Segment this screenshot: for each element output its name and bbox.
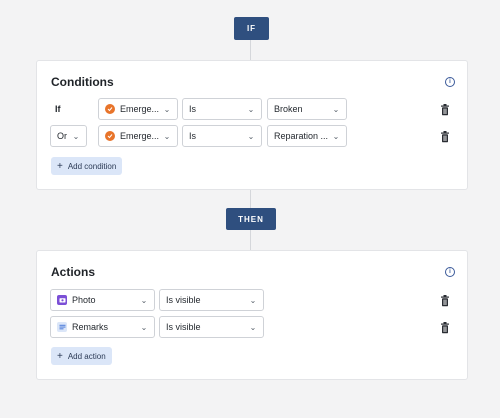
then-badge: THEN — [226, 208, 276, 230]
action-field-select[interactable]: Photo ⌄ — [50, 289, 155, 311]
info-icon[interactable]: i — [445, 77, 455, 87]
action-state-select[interactable]: Is visible ⌄ — [159, 316, 264, 338]
chevron-down-icon: ⌄ — [332, 104, 340, 114]
condition-operator-select[interactable]: Or ⌄ — [50, 125, 87, 147]
if-badge: IF — [234, 17, 269, 40]
chevron-down-icon: ⌄ — [249, 295, 257, 305]
camera-icon — [57, 295, 67, 305]
chevron-down-icon: ⌄ — [163, 104, 171, 114]
condition-field-value: Emerge... — [120, 131, 160, 141]
trash-icon[interactable] — [440, 295, 450, 307]
field-check-icon — [105, 131, 115, 141]
condition-value-value: Reparation ... — [274, 131, 329, 141]
action-field-value: Photo — [72, 295, 96, 305]
trash-icon[interactable] — [440, 322, 450, 334]
then-label: THEN — [238, 214, 264, 224]
field-check-icon — [105, 104, 115, 114]
chevron-down-icon: ⌄ — [247, 131, 255, 141]
action-state-value: Is visible — [166, 295, 201, 305]
info-icon[interactable]: i — [445, 267, 455, 277]
condition-value-select[interactable]: Reparation ... ⌄ — [267, 125, 347, 147]
condition-field-value: Emerge... — [120, 104, 160, 114]
add-condition-button[interactable]: + Add condition — [51, 157, 123, 175]
trash-icon[interactable] — [440, 131, 450, 143]
condition-operator-value: Or — [57, 131, 67, 141]
conditions-card: Conditions i If Emerge... ⌄ Is ⌄ Broken … — [36, 60, 468, 190]
actions-card: Actions i Photo ⌄ Is visible ⌄ Remarks ⌄… — [36, 250, 468, 380]
chevron-down-icon: ⌄ — [163, 131, 171, 141]
text-lines-icon — [57, 322, 67, 332]
condition-comparison-value: Is — [189, 104, 197, 114]
action-state-select[interactable]: Is visible ⌄ — [159, 289, 264, 311]
conditions-title: Conditions — [51, 75, 114, 89]
condition-comparison-select[interactable]: Is ⌄ — [182, 98, 262, 120]
chevron-down-icon: ⌄ — [247, 104, 255, 114]
action-state-value: Is visible — [166, 322, 201, 332]
condition-operator-label: If — [55, 104, 61, 114]
chevron-down-icon: ⌄ — [72, 131, 80, 141]
chevron-down-icon: ⌄ — [332, 131, 340, 141]
condition-value-value: Broken — [274, 104, 303, 114]
plus-icon: + — [57, 350, 63, 362]
action-field-value: Remarks — [72, 322, 109, 332]
chevron-down-icon: ⌄ — [140, 322, 148, 332]
connector-top — [250, 40, 251, 60]
condition-comparison-value: Is — [189, 131, 197, 141]
actions-title: Actions — [51, 265, 96, 279]
condition-field-select[interactable]: Emerge... ⌄ — [98, 125, 178, 147]
chevron-down-icon: ⌄ — [249, 322, 257, 332]
condition-value-select[interactable]: Broken ⌄ — [267, 98, 347, 120]
action-field-select[interactable]: Remarks ⌄ — [50, 316, 155, 338]
connector-bottom — [250, 230, 251, 250]
condition-comparison-select[interactable]: Is ⌄ — [182, 125, 262, 147]
trash-icon[interactable] — [440, 104, 450, 116]
chevron-down-icon: ⌄ — [140, 295, 148, 305]
add-action-label: Add action — [67, 351, 106, 361]
connector-middle — [250, 188, 251, 208]
add-action-button[interactable]: + Add action — [51, 347, 112, 365]
if-label: IF — [246, 24, 257, 33]
plus-icon: + — [57, 160, 63, 172]
condition-field-select[interactable]: Emerge... ⌄ — [98, 98, 178, 120]
add-condition-label: Add condition — [67, 161, 117, 171]
